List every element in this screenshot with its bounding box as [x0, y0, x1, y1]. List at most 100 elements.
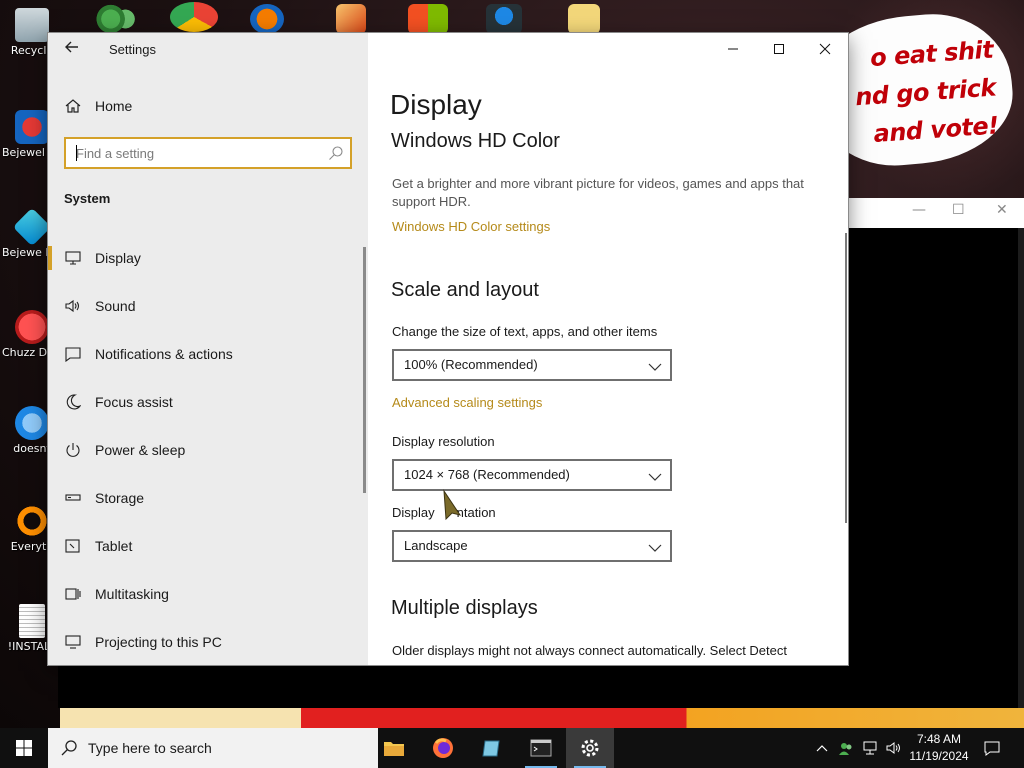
- taskbar-settings[interactable]: [566, 728, 614, 768]
- volume-icon: [886, 742, 900, 754]
- orientation-label-start: Display: [392, 505, 435, 520]
- nav-item-label: Sound: [95, 298, 136, 314]
- terminal-icon: [530, 739, 552, 757]
- nav-item-multitasking[interactable]: Multitasking: [48, 570, 368, 618]
- back-button[interactable]: [60, 39, 84, 59]
- nav-list: Display Sound Notifications & actions Fo…: [48, 234, 368, 665]
- taskbar-search-placeholder: Type here to search: [88, 740, 212, 756]
- app-icon-blue: [15, 406, 49, 440]
- chuzzle-icon: [15, 310, 49, 344]
- settings-window: Settings Home System Display Sound: [48, 33, 848, 665]
- settings-content: Display Windows HD Color Get a brighter …: [368, 33, 848, 665]
- nav-item-label: Projecting to this PC: [95, 634, 222, 650]
- search-icon: [60, 739, 78, 757]
- monitor-icon: [64, 249, 82, 267]
- taskbar-clock[interactable]: 7:48 AM 11/19/2024: [904, 731, 974, 765]
- chevron-down-icon: [648, 540, 662, 554]
- scale-dropdown-value: 100% (Recommended): [404, 357, 538, 372]
- background-window-scrollbar[interactable]: [1018, 228, 1024, 708]
- office-icon[interactable]: [408, 4, 448, 34]
- chevron-down-icon: [648, 469, 662, 483]
- content-scrollbar[interactable]: [845, 233, 847, 523]
- diamond-icon: [12, 207, 52, 247]
- character-icon[interactable]: [486, 4, 522, 34]
- nav-item-tablet[interactable]: Tablet: [48, 522, 368, 570]
- chrome-icon[interactable]: [170, 2, 218, 32]
- sidebar-scrollbar[interactable]: [363, 247, 366, 493]
- minimize-icon[interactable]: —: [912, 202, 926, 218]
- tray-overflow-button[interactable]: [812, 728, 832, 768]
- tray-network[interactable]: [860, 728, 880, 768]
- nav-item-label: Tablet: [95, 538, 133, 554]
- tray-people[interactable]: [836, 728, 856, 768]
- nav-item-label: Notifications & actions: [95, 346, 233, 362]
- everything-search-icon: [15, 504, 49, 538]
- close-icon[interactable]: ✕: [996, 202, 1008, 218]
- power-icon: [64, 441, 82, 459]
- tray-volume[interactable]: [884, 728, 904, 768]
- taskbar-firefox[interactable]: [419, 728, 467, 768]
- maximize-icon[interactable]: ☐: [952, 202, 965, 218]
- taskbar-search-box[interactable]: Type here to search: [48, 728, 378, 768]
- people-app-icon[interactable]: [96, 4, 138, 34]
- taskbar: Type here to search 7:48 AM 11/19/2024: [0, 728, 1024, 768]
- scale-label: Change the size of text, apps, and other…: [392, 324, 658, 339]
- nav-item-power-sleep[interactable]: Power & sleep: [48, 426, 368, 474]
- document-icon: [19, 604, 45, 638]
- taskbar-file-explorer[interactable]: [370, 728, 418, 768]
- recycle-bin-icon: [15, 8, 49, 42]
- nav-home[interactable]: Home: [64, 94, 132, 118]
- app-icon-2[interactable]: [336, 4, 366, 34]
- text-caret: [76, 145, 77, 161]
- people-icon: [839, 743, 852, 755]
- gear-icon: [581, 739, 599, 757]
- nav-home-label: Home: [95, 98, 133, 114]
- settings-search-box[interactable]: [64, 137, 352, 169]
- chevron-up-icon: [816, 745, 828, 752]
- start-button[interactable]: [0, 728, 48, 768]
- resolution-dropdown[interactable]: 1024 × 768 (Recommended): [392, 459, 672, 491]
- scale-heading: Scale and layout: [391, 279, 539, 301]
- app-icon[interactable]: [250, 4, 284, 34]
- maximize-button[interactable]: [756, 33, 802, 65]
- settings-search-input[interactable]: [76, 143, 316, 163]
- action-center-button[interactable]: [980, 728, 1004, 768]
- speaker-icon: [64, 297, 82, 315]
- close-icon: [819, 43, 831, 55]
- nav-item-sound[interactable]: Sound: [48, 282, 368, 330]
- settings-sidebar: Settings Home System Display Sound: [48, 33, 368, 665]
- scale-dropdown[interactable]: 100% (Recommended): [392, 349, 672, 381]
- nav-item-label: Focus assist: [95, 394, 173, 410]
- taskbar-app[interactable]: [468, 728, 516, 768]
- hdr-heading: Windows HD Color: [391, 130, 560, 152]
- taskbar-terminal[interactable]: [517, 728, 565, 768]
- page-title: Display: [390, 89, 482, 120]
- advanced-scaling-link[interactable]: Advanced scaling settings: [392, 395, 542, 410]
- nav-item-storage[interactable]: Storage: [48, 474, 368, 522]
- clock-date: 11/19/2024: [909, 749, 969, 763]
- folder-icon[interactable]: [568, 4, 600, 34]
- nav-item-display[interactable]: Display: [48, 234, 368, 282]
- windows-logo-icon: [16, 740, 32, 756]
- nav-item-projecting[interactable]: Projecting to this PC: [48, 618, 368, 665]
- network-icon: [863, 741, 877, 755]
- orientation-dropdown[interactable]: Landscape: [392, 530, 672, 562]
- tablet-icon: [64, 537, 82, 555]
- hdr-settings-link[interactable]: Windows HD Color settings: [392, 219, 550, 234]
- multiple-displays-description: Older displays might not always connect …: [392, 643, 787, 658]
- storage-icon: [64, 489, 82, 507]
- close-button[interactable]: [802, 33, 848, 65]
- minimize-button[interactable]: [710, 33, 756, 65]
- moon-icon: [64, 393, 82, 411]
- nav-item-notifications[interactable]: Notifications & actions: [48, 330, 368, 378]
- notebook-app-icon: [482, 740, 500, 757]
- firefox-icon: [433, 738, 453, 758]
- chevron-down-icon: [648, 359, 662, 373]
- folder-icon: [384, 742, 404, 756]
- home-icon: [64, 97, 82, 115]
- wallpaper-bubble-text: o eat shit nd go trick and vote!: [832, 31, 1000, 156]
- multiple-displays-heading: Multiple displays: [391, 597, 538, 619]
- back-arrow-icon: [65, 41, 78, 53]
- nav-item-focus-assist[interactable]: Focus assist: [48, 378, 368, 426]
- resolution-dropdown-value: 1024 × 768 (Recommended): [404, 467, 570, 482]
